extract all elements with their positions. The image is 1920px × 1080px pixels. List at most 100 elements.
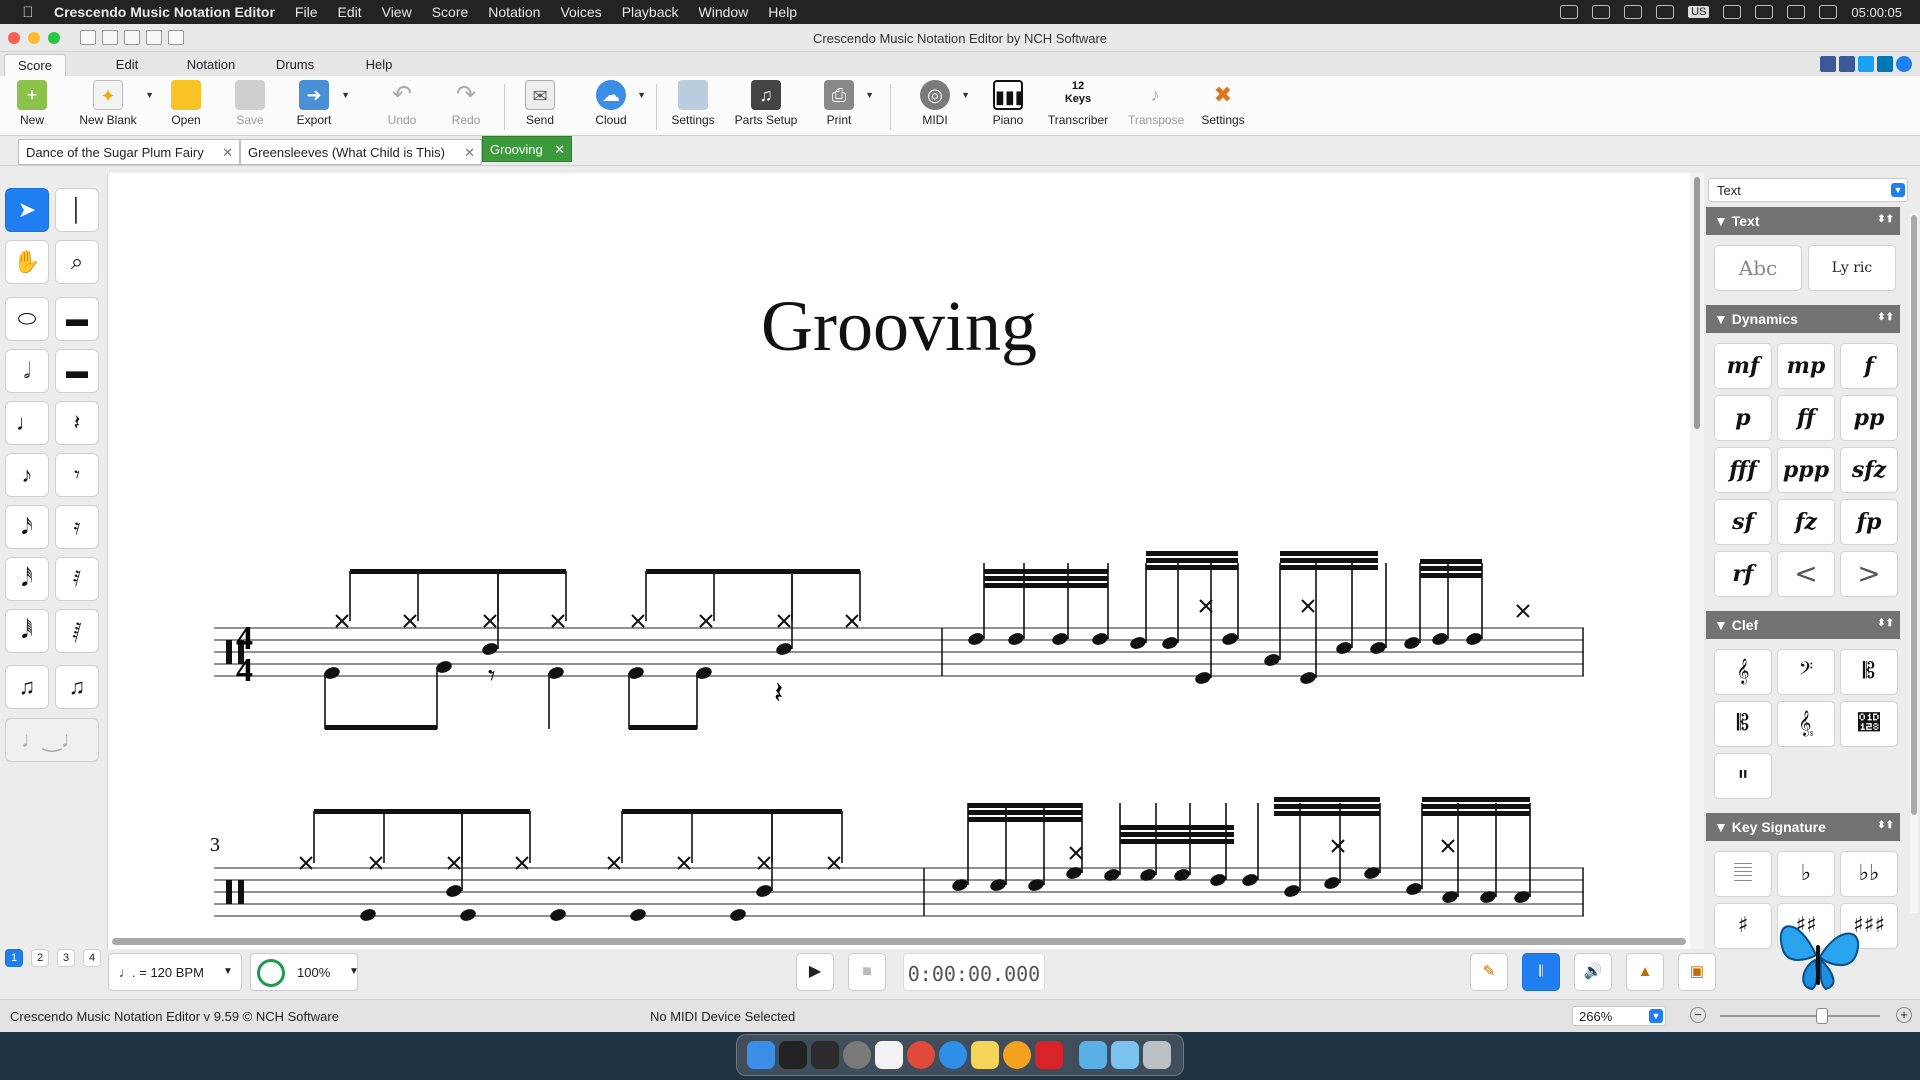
new-button[interactable]: + New <box>12 80 52 134</box>
close-tab-icon[interactable]: ✕ <box>222 145 233 161</box>
dynamic-sf-button[interactable]: sf <box>1714 499 1772 545</box>
32nd-note-button[interactable]: 𝅘𝅥𝅰 <box>5 557 49 601</box>
count-in-button[interactable]: ▣ <box>1678 953 1716 991</box>
64th-note-button[interactable]: 𝅘𝅥𝅱 <box>5 609 49 653</box>
whole-rest-button[interactable]: ▬ <box>55 297 99 341</box>
tempo-control[interactable]: ♩. = 120 BPM ▼ <box>108 953 242 991</box>
dynamic-ff-button[interactable]: ff <box>1777 395 1835 441</box>
key-one-sharp-button[interactable]: ♯ <box>1714 903 1772 949</box>
voice-4-button[interactable]: 4 <box>83 949 101 967</box>
save-button[interactable]: Save <box>230 80 270 134</box>
pin-icon[interactable]: ⬍⬆ <box>1877 214 1894 225</box>
eighth-note-button[interactable]: ♪ <box>5 453 49 497</box>
dynamic-crescendo-button[interactable]: < <box>1777 551 1835 597</box>
tab-drums[interactable]: Drums <box>266 54 324 76</box>
finder-icon[interactable] <box>747 1041 775 1069</box>
score-canvas[interactable]: Grooving 𝄾 𝄽 3 4 4 <box>108 173 1690 933</box>
section-header-dynamics[interactable]: ▼ Dynamics ⬍⬆ <box>1706 305 1900 333</box>
menu-notation[interactable]: Notation <box>488 4 540 20</box>
quarter-note-button[interactable]: ♩ <box>5 401 49 445</box>
midi-button[interactable]: ◎ MIDI ▼ <box>914 80 970 134</box>
parts-setup-button[interactable]: ♫ Parts Setup <box>732 80 800 134</box>
voice-3-button[interactable]: 3 <box>57 949 75 967</box>
sixteenth-rest-button[interactable]: 𝄿 <box>55 505 99 549</box>
zoom-out-button[interactable]: − <box>1690 1007 1706 1023</box>
tab-score[interactable]: Score <box>4 54 66 76</box>
dynamic-fp-button[interactable]: fp <box>1840 499 1898 545</box>
scroll-thumb[interactable] <box>112 938 1686 945</box>
cloud-button[interactable]: ☁ Cloud ▼ <box>590 80 646 134</box>
redo-button[interactable]: ↷ Redo <box>446 80 486 134</box>
send-button[interactable]: ✉ Send <box>520 80 560 134</box>
alto-clef-button[interactable]: 𝄡 <box>1840 649 1898 695</box>
tenor-clef-button[interactable]: 𝄡 <box>1714 701 1772 747</box>
menubar-clock[interactable]: 05:00:05 <box>1851 5 1902 20</box>
dynamic-fz-button[interactable]: fz <box>1777 499 1835 545</box>
notes-icon[interactable] <box>971 1041 999 1069</box>
zoom-tool-button[interactable]: ⌕ <box>55 240 99 284</box>
activity-monitor-icon[interactable] <box>811 1041 839 1069</box>
menu-window[interactable]: Window <box>699 4 749 20</box>
pin-icon[interactable]: ⬍⬆ <box>1877 820 1894 831</box>
volume-button[interactable]: 🔊 <box>1574 953 1612 991</box>
voice-1-button[interactable]: 1 <box>5 949 23 967</box>
dynamic-f-button[interactable]: f <box>1840 343 1898 389</box>
section-header-key-signature[interactable]: ▼ Key Signature ⬍⬆ <box>1706 813 1900 841</box>
tab-help[interactable]: Help <box>354 54 404 76</box>
section-header-text[interactable]: ▼ Text ⬍⬆ <box>1706 207 1900 235</box>
menu-view[interactable]: View <box>382 4 412 20</box>
dynamic-ppp-button[interactable]: ppp <box>1777 447 1835 493</box>
app-menu[interactable]: Crescendo Music Notation Editor <box>54 4 275 20</box>
tab-clef-button[interactable]: 𝄨 <box>1840 701 1898 747</box>
twitter-icon[interactable] <box>1858 56 1874 72</box>
barline-tool-button[interactable]: │ <box>55 188 99 232</box>
stop-button[interactable]: ■ <box>848 953 886 991</box>
dynamic-mp-button[interactable]: mp <box>1777 343 1835 389</box>
applications-folder-icon[interactable] <box>1111 1041 1139 1069</box>
dynamic-p-button[interactable]: p <box>1714 395 1772 441</box>
toggle-icon[interactable] <box>1592 5 1611 19</box>
half-note-button[interactable]: 𝅗𝅥 <box>5 349 49 393</box>
eighth-rest-button[interactable]: 𝄾 <box>55 453 99 497</box>
sixteenth-note-button[interactable]: 𝅘𝅥𝅯 <box>5 505 49 549</box>
tempo-dropdown-icon[interactable]: ▼ <box>223 966 233 977</box>
pin-icon[interactable]: ⬍⬆ <box>1877 312 1894 323</box>
doc-tab-grooving[interactable]: Grooving ✕ <box>482 136 572 162</box>
facebook-icon[interactable] <box>1839 56 1855 72</box>
tab-notation[interactable]: Notation <box>178 54 244 76</box>
terminal-icon[interactable] <box>779 1041 807 1069</box>
new-blank-button[interactable]: ✦ New Blank ▼ <box>76 80 154 134</box>
transcriber-button[interactable]: 12 Keys Transcriber <box>1044 80 1112 134</box>
help-circle-icon[interactable] <box>1896 56 1912 72</box>
half-rest-button[interactable]: ▬ <box>55 349 99 393</box>
textedit-icon[interactable] <box>875 1041 903 1069</box>
doc-tab-greensleeves[interactable]: Greensleeves (What Child is This) ✕ <box>240 139 482 165</box>
spy-icon[interactable] <box>1755 5 1774 19</box>
shield-icon[interactable] <box>1787 5 1806 19</box>
print-button[interactable]: ⎙ Print ▼ <box>818 80 874 134</box>
bass-clef-button[interactable]: 𝄢 <box>1777 649 1835 695</box>
section-header-clef[interactable]: ▼ Clef ⬍⬆ <box>1706 611 1900 639</box>
menu-score[interactable]: Score <box>432 4 469 20</box>
midi-dropdown-icon[interactable]: ▼ <box>961 90 970 100</box>
pin-icon[interactable] <box>1560 5 1579 19</box>
print-dropdown-icon[interactable]: ▼ <box>865 90 874 100</box>
menu-edit[interactable]: Edit <box>337 4 361 20</box>
key-two-flats-button[interactable]: ♭♭ <box>1840 851 1898 897</box>
transpose-button[interactable]: ♪ Transpose <box>1128 80 1184 134</box>
32nd-rest-button[interactable]: 𝅀 <box>55 557 99 601</box>
dynamic-pp-button[interactable]: pp <box>1840 395 1898 441</box>
settings-button[interactable]: Settings <box>668 80 718 134</box>
instruments-icon[interactable] <box>1003 1041 1031 1069</box>
gamepad-icon[interactable] <box>1723 5 1742 19</box>
zoom-slider[interactable] <box>1720 1015 1880 1017</box>
quarter-rest-button[interactable]: 𝄽 <box>55 401 99 445</box>
export-button[interactable]: ➜ Export ▼ <box>292 80 350 134</box>
zoom-select[interactable]: 266% ▼ <box>1572 1006 1666 1026</box>
score-view-button[interactable]: 𝄃 <box>1522 953 1560 991</box>
dynamic-sfz-button[interactable]: sfz <box>1840 447 1898 493</box>
dynamic-rf-button[interactable]: rf <box>1714 551 1772 597</box>
cloud-dropdown-icon[interactable]: ▼ <box>637 90 646 100</box>
export-dropdown-icon[interactable]: ▼ <box>341 90 350 100</box>
speed-dropdown-icon[interactable]: ▼ <box>349 966 359 977</box>
